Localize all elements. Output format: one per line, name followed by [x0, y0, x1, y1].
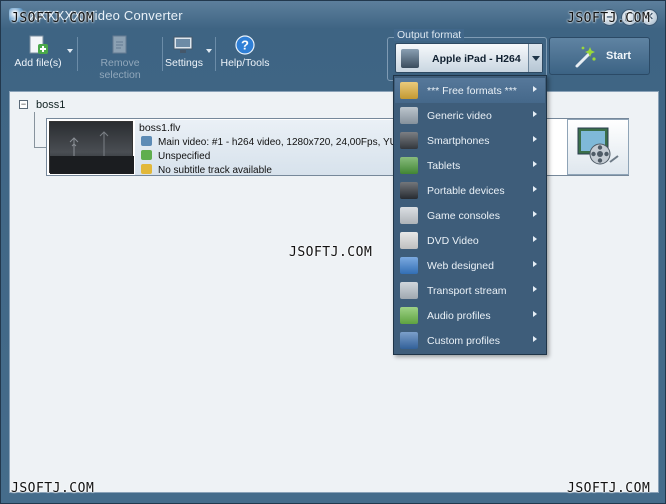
selected-format-value: Apple iPad - H264 [432, 53, 521, 65]
submenu-arrow-icon [533, 211, 537, 217]
menu-item[interactable]: Tablets [395, 153, 545, 178]
audio-track-info: Unspecified [158, 151, 211, 162]
menu-item-label: Transport stream [427, 285, 507, 297]
tree-connector [34, 112, 35, 148]
menu-item[interactable]: Smartphones [395, 128, 545, 153]
output-format-label: Output format [394, 29, 465, 41]
start-wand-icon [575, 46, 596, 68]
submenu-arrow-icon [533, 111, 537, 117]
file-list-panel: − boss1 boss1.flv Main video: #1 - h264 … [9, 91, 659, 493]
toolbar-divider [77, 37, 78, 71]
add-file-icon [29, 35, 48, 54]
submenu-arrow-icon [533, 311, 537, 317]
video-track-icon [141, 136, 152, 146]
output-format-select[interactable]: Apple iPad - H264 [395, 43, 543, 73]
menu-item-label: Web designed [427, 260, 494, 272]
menu-item[interactable]: Web designed [395, 253, 545, 278]
start-label: Start [606, 50, 632, 62]
tablet-icon [400, 157, 418, 174]
web-globe-icon [400, 257, 418, 274]
menu-item[interactable]: *** Free formats *** [395, 78, 545, 103]
watermark-top-right: JSOFTJ.COM [567, 11, 651, 26]
video-thumbnail [49, 121, 134, 174]
remove-selection-label: Remove selection [99, 57, 141, 81]
menu-item-label: *** Free formats *** [427, 85, 517, 97]
format-category-menu: *** Free formats *** Generic video Smartph… [393, 75, 547, 355]
file-name: boss1.flv [139, 122, 181, 134]
portable-device-icon [400, 182, 418, 199]
audio-track-line[interactable]: Unspecified [141, 150, 210, 162]
toolbar: Add file(s) Remove selection Settings ? … [9, 31, 273, 81]
device-format-icon [401, 49, 419, 68]
menu-item-label: Game consoles [427, 210, 500, 222]
menu-item-label: Smartphones [427, 135, 490, 147]
settings-monitor-icon [173, 36, 193, 53]
toolbar-divider [162, 37, 163, 71]
tree-connector [34, 147, 46, 148]
submenu-arrow-icon [533, 336, 537, 342]
audio-note-icon [400, 307, 418, 324]
menu-item-label: Generic video [427, 110, 492, 122]
watermark-center: JSOFTJ.COM [289, 245, 373, 260]
game-console-icon [400, 207, 418, 224]
dvd-icon [400, 232, 418, 249]
submenu-arrow-icon [533, 186, 537, 192]
generic-video-icon [400, 107, 418, 124]
free-formats-icon [400, 82, 418, 99]
film-reel-icon [577, 127, 619, 165]
edit-video-button[interactable] [567, 119, 629, 175]
help-tools-button[interactable]: ? Help/Tools [219, 31, 271, 75]
help-tools-label: Help/Tools [220, 57, 270, 69]
title-bar: XXXXXX Video Converter – ▢ ✕ [1, 1, 665, 29]
menu-item[interactable]: Audio profiles [395, 303, 545, 328]
subtitle-track-line[interactable]: No subtitle track available [141, 164, 272, 175]
settings-button[interactable]: Settings [165, 31, 203, 75]
video-track-line[interactable]: Main video: #1 - h264 video, 1280x720, 2… [141, 136, 420, 148]
menu-item[interactable]: Custom profiles [395, 328, 545, 353]
format-dropdown-arrow-icon[interactable] [528, 44, 542, 72]
submenu-arrow-icon [533, 261, 537, 267]
menu-item-label: Custom profiles [427, 335, 500, 347]
remove-file-icon [112, 35, 127, 54]
tree-collapse-toggle[interactable]: − [19, 100, 28, 109]
menu-item[interactable]: Transport stream [395, 278, 545, 303]
submenu-arrow-icon [533, 136, 537, 142]
add-files-dropdown-icon[interactable] [67, 49, 73, 53]
menu-item[interactable]: Portable devices [395, 178, 545, 203]
subtitle-track-info: No subtitle track available [158, 165, 272, 175]
settings-dropdown-icon[interactable] [206, 49, 212, 53]
menu-item-label: Tablets [427, 160, 461, 172]
start-button[interactable]: Start [549, 37, 650, 75]
svg-text:?: ? [241, 38, 249, 53]
subtitle-track-icon [141, 164, 152, 174]
menu-item-label: Portable devices [427, 185, 505, 197]
tree-group-label[interactable]: boss1 [36, 99, 65, 111]
watermark-bottom-right: JSOFTJ.COM [567, 481, 651, 496]
transport-stream-icon [400, 282, 418, 299]
app-window: XXXXXX Video Converter – ▢ ✕ Add file(s)… [0, 0, 666, 504]
thumbnail-scene-icon [50, 131, 134, 174]
menu-item[interactable]: Game consoles [395, 203, 545, 228]
menu-item[interactable]: Generic video [395, 103, 545, 128]
menu-item-label: DVD Video [427, 235, 479, 247]
submenu-arrow-icon [533, 161, 537, 167]
custom-profile-icon [400, 332, 418, 349]
remove-selection-button[interactable]: Remove selection [81, 31, 159, 81]
audio-track-icon [141, 150, 152, 160]
menu-item-label: Audio profiles [427, 310, 491, 322]
submenu-arrow-icon [533, 86, 537, 92]
menu-item[interactable]: DVD Video [395, 228, 545, 253]
submenu-arrow-icon [533, 286, 537, 292]
watermark-bottom-left: JSOFTJ.COM [11, 481, 95, 496]
smartphone-icon [400, 132, 418, 149]
video-track-info: Main video: #1 - h264 video, 1280x720, 2… [158, 137, 421, 148]
submenu-arrow-icon [533, 236, 537, 242]
add-files-label: Add file(s) [14, 57, 62, 69]
help-icon: ? [235, 35, 255, 55]
add-files-button[interactable]: Add file(s) [9, 31, 67, 75]
toolbar-divider [215, 37, 216, 71]
watermark-top-left: JSOFTJ.COM [11, 11, 95, 26]
settings-label: Settings [165, 57, 203, 69]
